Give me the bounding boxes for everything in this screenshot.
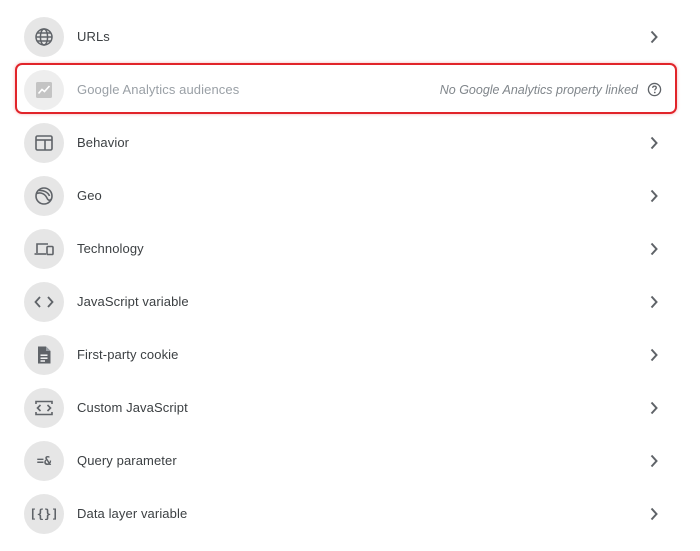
chevron-right-icon <box>647 454 661 468</box>
list-item-label: Behavior <box>77 135 130 150</box>
earth-icon <box>24 175 64 216</box>
list-item-data-layer-variable[interactable]: [{}] Data layer variable <box>0 487 700 540</box>
data-layer-glyph: [{}] <box>29 506 59 521</box>
list-item-google-analytics-audiences: Google Analytics audiences No Google Ana… <box>0 63 700 116</box>
list-item-behavior[interactable]: Behavior <box>0 116 700 169</box>
status-note: No Google Analytics property linked <box>439 82 638 97</box>
list-item-technology[interactable]: Technology <box>0 222 700 275</box>
chevron-right-icon <box>647 507 661 521</box>
list-item-label: Data layer variable <box>77 506 188 521</box>
chevron-right-icon <box>647 136 661 150</box>
list-item-custom-javascript[interactable]: Custom JavaScript <box>0 381 700 434</box>
list-item-label: Geo <box>77 188 102 203</box>
chevron-right-icon <box>647 401 661 415</box>
code-brackets-icon <box>24 281 64 322</box>
chevron-right-icon <box>647 348 661 362</box>
list-item-urls[interactable]: URLs <box>0 10 700 63</box>
list-item-javascript-variable[interactable]: JavaScript variable <box>0 275 700 328</box>
devices-icon <box>24 228 64 269</box>
list-item-first-party-cookie[interactable]: First-party cookie <box>0 328 700 381</box>
query-parameter-icon: =& <box>24 440 64 481</box>
analytics-chart-icon <box>24 69 64 110</box>
list-item-label: Technology <box>77 241 144 256</box>
query-parameter-glyph: =& <box>36 453 52 468</box>
chevron-right-icon <box>647 295 661 309</box>
help-icon[interactable] <box>646 82 662 98</box>
list-item-query-parameter[interactable]: =& Query parameter <box>0 434 700 487</box>
list-item-label: Query parameter <box>77 453 177 468</box>
document-icon <box>24 334 64 375</box>
list-item-geo[interactable]: Geo <box>0 169 700 222</box>
globe-icon <box>24 16 64 57</box>
browser-window-icon <box>24 122 64 163</box>
chevron-right-icon <box>647 242 661 256</box>
list-item-label: Google Analytics audiences <box>77 82 240 97</box>
list-item-label: First-party cookie <box>77 347 179 362</box>
chevron-right-icon <box>647 30 661 44</box>
data-layer-icon: [{}] <box>24 493 64 534</box>
chevron-right-icon <box>647 189 661 203</box>
list-item-label: URLs <box>77 29 110 44</box>
list-item-label: Custom JavaScript <box>77 400 188 415</box>
list-item-label: JavaScript variable <box>77 294 189 309</box>
code-frame-icon <box>24 387 64 428</box>
variable-type-list: URLs Google Analytics audiences No Googl… <box>0 10 700 540</box>
